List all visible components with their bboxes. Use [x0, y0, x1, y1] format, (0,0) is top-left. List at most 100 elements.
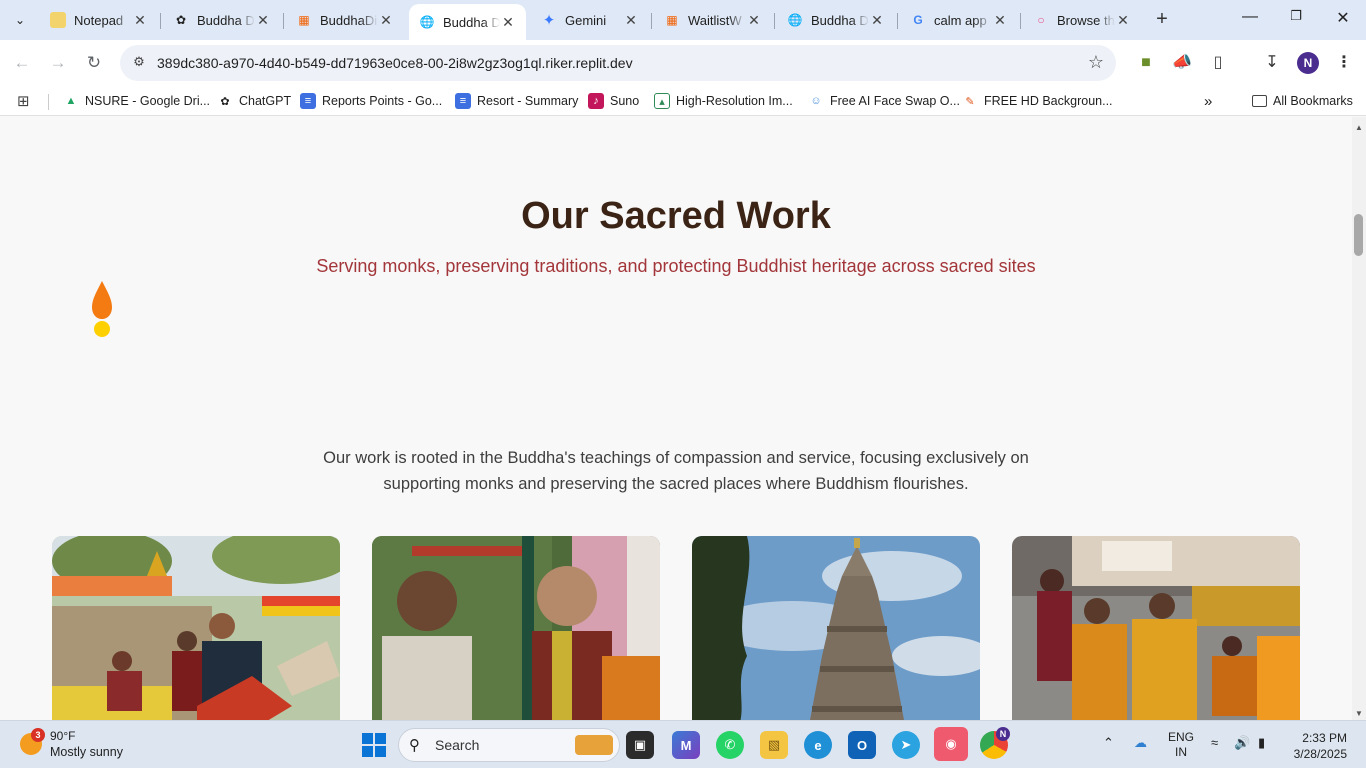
search-label: Search — [435, 737, 480, 753]
download-icon[interactable]: ↧ — [1260, 51, 1284, 75]
edge-icon[interactable]: e — [804, 731, 832, 759]
bookmark-reports-points[interactable]: ≡ Reports Points - Go... — [300, 91, 442, 111]
tab-waitlist-replit[interactable]: ▦ WaitlistW ✕ — [654, 4, 772, 36]
menu-icon[interactable]: ⋮ — [1332, 51, 1356, 75]
close-icon[interactable]: ✕ — [992, 12, 1008, 29]
scroll-thumb[interactable] — [1354, 214, 1363, 256]
weather-temperature[interactable]: 90°F — [50, 729, 75, 743]
whatsapp-icon[interactable]: ✆ — [716, 731, 744, 759]
tab-buddha-chatgpt[interactable]: ✿ Buddha D ✕ — [163, 4, 281, 36]
tab-buddha-active[interactable]: 🌐 Buddha D ✕ — [409, 4, 526, 40]
scroll-up-arrow-icon[interactable]: ▲ — [1355, 123, 1363, 132]
work-image-card-4[interactable] — [1012, 536, 1300, 720]
all-bookmarks-label: All Bookmarks — [1273, 94, 1353, 108]
tab-title: WaitlistW — [688, 12, 742, 28]
close-icon[interactable]: ✕ — [746, 12, 762, 29]
extension-icon[interactable]: ■ — [1134, 51, 1158, 75]
bookmark-suno[interactable]: ♪ Suno — [588, 91, 639, 111]
tab-notepad[interactable]: Notepad ✕ — [40, 4, 158, 36]
close-icon[interactable]: ✕ — [869, 12, 885, 29]
google-icon: G — [913, 13, 923, 27]
battery-icon[interactable]: ▮ — [1258, 735, 1265, 751]
close-icon[interactable]: ✕ — [378, 12, 394, 29]
bookmark-chatgpt[interactable]: ✿ ChatGPT — [217, 91, 291, 111]
tab-google-search[interactable]: G calm app ✕ — [900, 4, 1018, 36]
tab-search-button[interactable]: ⌄ — [6, 6, 34, 34]
telegram-icon[interactable]: ➤ — [892, 731, 920, 759]
bookmark-face-swap[interactable]: ☺ Free AI Face Swap O... — [808, 91, 960, 111]
close-icon[interactable]: ✕ — [1115, 12, 1131, 29]
page-scrollbar[interactable]: ▲ ▼ — [1352, 117, 1366, 720]
bookmark-hd-background[interactable]: ✎ FREE HD Backgroun... — [962, 91, 1113, 111]
bookmark-resort-summary[interactable]: ≡ Resort - Summary — [455, 91, 578, 111]
chevron-down-icon: ⌄ — [14, 13, 26, 27]
chrome-profile-badge: N — [996, 727, 1010, 741]
search-highlight-icon — [575, 735, 613, 755]
microsoft-365-icon[interactable]: M — [672, 731, 700, 759]
tab-separator — [1020, 13, 1021, 29]
new-tab-button[interactable]: + — [1150, 8, 1174, 32]
globe-icon: 🌐 — [787, 13, 803, 27]
address-bar[interactable]: ⚙ 389dc380-a970-4d40-b549-dd71963e0ce8-0… — [120, 45, 1116, 81]
puzzle-icon[interactable]: ▯ — [1206, 51, 1230, 75]
more-bookmarks-icon[interactable]: » — [1204, 91, 1212, 111]
bookmark-label: ChatGPT — [239, 94, 292, 108]
profile-avatar[interactable]: N — [1297, 52, 1319, 74]
bookmark-high-resolution[interactable]: ▴ High-Resolution Im... — [654, 91, 793, 111]
image-icon: ▴ — [654, 93, 670, 109]
openai-icon: ✿ — [220, 95, 230, 108]
tab-buddha-globe[interactable]: 🌐 Buddha D ✕ — [777, 4, 895, 36]
minimize-button[interactable]: — — [1238, 8, 1262, 32]
file-explorer-icon[interactable]: ▧ — [760, 731, 788, 759]
tab-title: Browse th — [1057, 12, 1115, 28]
bookmarks-bar: ⊞ ▲ NSURE - Google Dri... ✿ ChatGPT ≡ Re… — [0, 86, 1366, 116]
onedrive-icon[interactable]: ☁ — [1134, 735, 1147, 751]
volume-icon[interactable]: 🔊 — [1234, 735, 1250, 751]
openai-icon: ✿ — [175, 13, 187, 27]
bookmark-separator — [48, 94, 49, 110]
tab-dribbble[interactable]: ○ Browse th ✕ — [1023, 4, 1141, 36]
section-title: Our Sacred Work — [521, 195, 831, 237]
task-view-icon[interactable]: ▣ — [626, 731, 654, 759]
bookmark-star-icon[interactable]: ☆ — [1088, 52, 1104, 73]
start-button[interactable] — [362, 733, 386, 757]
language-indicator[interactable]: ENG IN — [1168, 730, 1194, 760]
restore-button[interactable]: ❐ — [1284, 8, 1308, 32]
site-info-icon[interactable]: ⚙ — [130, 54, 148, 72]
reload-button[interactable]: ↻ — [82, 51, 106, 75]
work-image-card-3[interactable] — [692, 536, 980, 720]
taskbar-search[interactable]: ⚲ Search — [398, 728, 620, 762]
url-text[interactable]: 389dc380-a970-4d40-b549-dd71963e0ce8-00-… — [157, 55, 633, 71]
tab-gemini[interactable]: ✦ Gemini ✕ — [531, 4, 649, 36]
bookmark-label: FREE HD Backgroun... — [984, 94, 1113, 108]
clock-date: 3/28/2025 — [1293, 747, 1347, 761]
clock-time: 2:33 PM — [1302, 731, 1347, 745]
megaphone-icon[interactable]: 📣 — [1170, 51, 1194, 75]
tab-separator — [283, 13, 284, 29]
outlook-icon[interactable]: O — [848, 731, 876, 759]
all-bookmarks-button[interactable]: All Bookmarks — [1252, 91, 1353, 111]
close-icon[interactable]: ✕ — [132, 12, 148, 29]
forward-button[interactable]: → — [46, 51, 70, 75]
dribbble-icon: ○ — [1037, 13, 1045, 27]
close-icon[interactable]: ✕ — [500, 14, 516, 31]
work-image-card-2[interactable] — [372, 536, 660, 720]
bookmark-nsure-drive[interactable]: ▲ NSURE - Google Dri... — [63, 91, 210, 111]
wifi-icon[interactable]: ≈ — [1211, 735, 1218, 750]
tab-separator — [774, 13, 775, 29]
show-hidden-icons-icon[interactable]: ⌃ — [1103, 735, 1114, 751]
apps-grid-icon[interactable]: ⊞ — [17, 91, 30, 111]
section-description: Our work is rooted in the Buddha's teach… — [323, 449, 1029, 493]
scroll-down-arrow-icon[interactable]: ▼ — [1355, 709, 1363, 718]
close-window-button[interactable]: ✕ — [1331, 8, 1355, 32]
back-button[interactable]: ← — [10, 51, 34, 75]
tab-buddhadi-replit[interactable]: ▦ BuddhaDi ✕ — [286, 4, 404, 36]
system-clock[interactable]: 2:33 PM 3/28/2025 — [1287, 730, 1347, 762]
suno-icon: ♪ — [588, 93, 604, 109]
globe-icon: 🌐 — [419, 15, 435, 29]
close-icon[interactable]: ✕ — [255, 12, 271, 29]
close-icon[interactable]: ✕ — [623, 12, 639, 29]
app-launcher-icon[interactable]: ◉ — [934, 727, 968, 761]
weather-description[interactable]: Mostly sunny — [50, 745, 123, 759]
work-image-card-1[interactable] — [52, 536, 340, 720]
